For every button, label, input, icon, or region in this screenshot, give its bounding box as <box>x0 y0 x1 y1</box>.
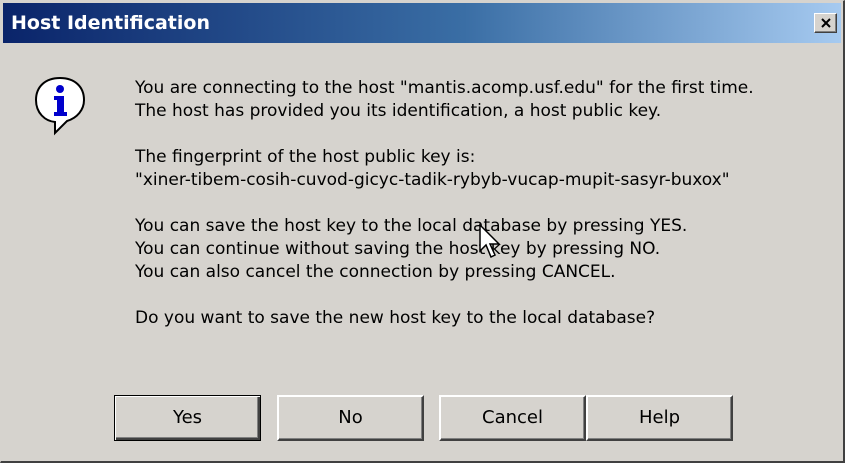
title-bar[interactable]: Host Identification <box>3 3 841 43</box>
yes-button[interactable]: Yes <box>114 395 261 441</box>
close-icon <box>821 18 831 28</box>
message-spacer <box>135 192 835 215</box>
message-line: You can also cancel the connection by pr… <box>135 262 616 282</box>
close-button[interactable] <box>814 13 837 33</box>
message-line: You are connecting to the host "mantis.a… <box>135 78 754 98</box>
no-button[interactable]: No <box>277 395 424 441</box>
help-button[interactable]: Help <box>586 395 733 441</box>
message-spacer <box>135 284 835 307</box>
message-spacer <box>135 123 835 146</box>
message-line: The fingerprint of the host public key i… <box>135 147 476 167</box>
mouse-pointer-icon <box>479 223 501 259</box>
message-line: The host has provided you its identifica… <box>135 101 662 121</box>
prompt-question: Do you want to save the new host key to … <box>135 308 656 328</box>
message-text: You are connecting to the host "mantis.a… <box>135 77 835 330</box>
window-title: Host Identification <box>11 12 210 34</box>
fingerprint-text: "xiner-tibem-cosih-cuvod-gicyc-tadik-ryb… <box>135 170 730 190</box>
info-icon <box>34 76 86 136</box>
host-identification-dialog: Host Identification You are connecting t… <box>0 0 845 463</box>
cancel-button[interactable]: Cancel <box>439 395 586 441</box>
